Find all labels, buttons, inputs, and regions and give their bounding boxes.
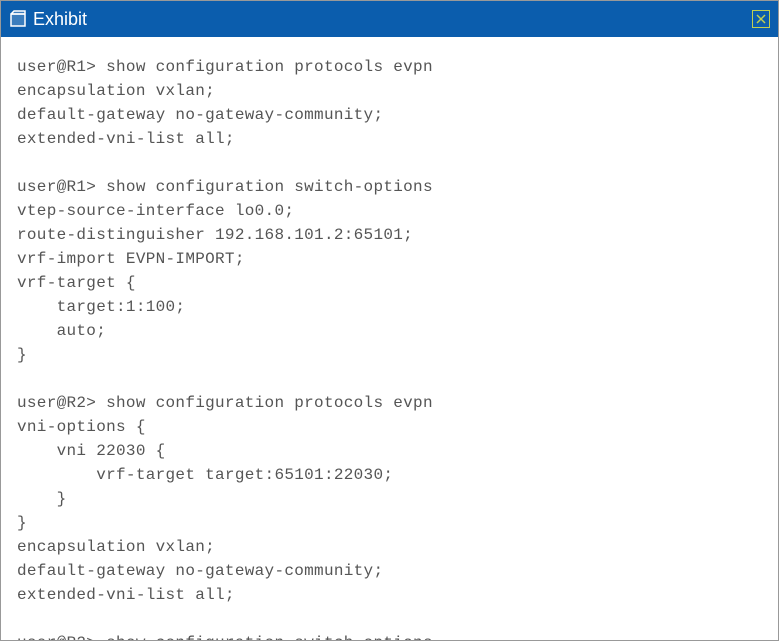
window-title: Exhibit xyxy=(33,9,87,30)
terminal-output: user@R1> show configuration protocols ev… xyxy=(1,37,778,640)
titlebar-left: Exhibit xyxy=(9,9,87,30)
close-icon xyxy=(755,13,767,25)
exhibit-window: Exhibit user@R1> show configuration prot… xyxy=(0,0,779,641)
titlebar: Exhibit xyxy=(1,1,778,37)
close-button[interactable] xyxy=(752,10,770,28)
window-icon xyxy=(9,10,27,28)
